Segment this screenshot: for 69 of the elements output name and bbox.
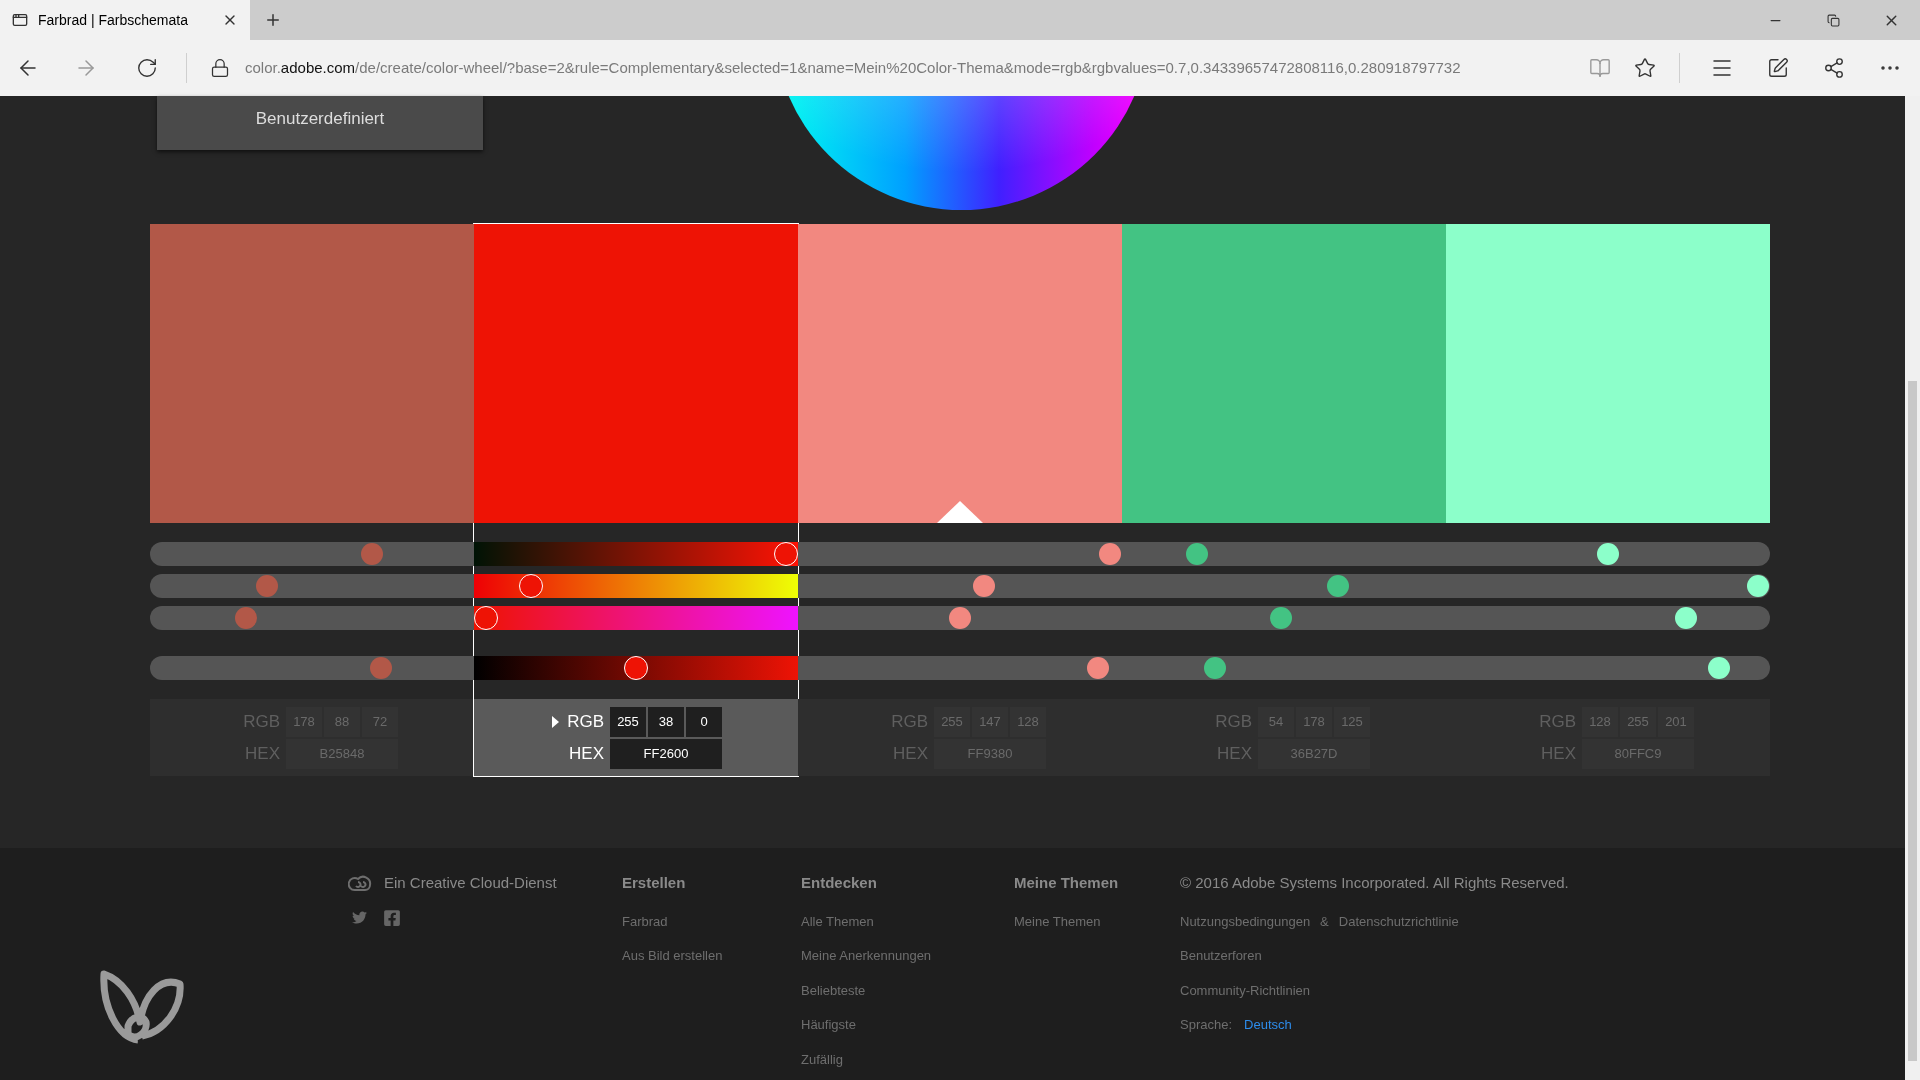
footer-link[interactable]: Nutzungsbedingungen xyxy=(1180,911,1311,931)
color-swatch[interactable] xyxy=(474,224,798,523)
creative-cloud-icon xyxy=(348,874,372,893)
rgb-value-field[interactable]: 38 xyxy=(648,706,684,737)
language-link[interactable]: Deutsch xyxy=(1244,1015,1292,1035)
scrollbar-thumb[interactable] xyxy=(1908,381,1917,1061)
slider-thumb[interactable] xyxy=(474,606,498,630)
slider-thumb[interactable] xyxy=(973,575,995,597)
slider-thumb[interactable] xyxy=(1675,607,1697,629)
rgb-value-field[interactable]: 0 xyxy=(686,706,722,737)
restore-icon[interactable] xyxy=(1826,13,1840,27)
color-swatch[interactable] xyxy=(150,224,474,523)
slider-thumb[interactable] xyxy=(370,657,392,679)
facebook-icon[interactable] xyxy=(383,908,401,927)
hex-value-field[interactable]: FF2600 xyxy=(610,738,722,769)
color-swatch[interactable] xyxy=(798,224,1122,523)
share-icon[interactable] xyxy=(1823,57,1845,79)
note-icon[interactable] xyxy=(1767,57,1789,79)
slider-thumb[interactable] xyxy=(361,543,383,565)
slider-thumb[interactable] xyxy=(1327,575,1349,597)
slider-thumb[interactable] xyxy=(1099,543,1121,565)
footer-heading: Entdecken xyxy=(801,873,878,893)
new-tab-icon[interactable] xyxy=(264,11,282,29)
slider-thumb[interactable] xyxy=(1708,657,1730,679)
reading-view-icon[interactable] xyxy=(1589,57,1611,79)
slider-thumb[interactable] xyxy=(1270,607,1292,629)
footer-link[interactable]: Aus Bild erstellen xyxy=(622,946,801,966)
slider-thumb[interactable] xyxy=(1087,657,1109,679)
color-swatch[interactable] xyxy=(1446,224,1770,523)
footer-heading: Meine Themen xyxy=(1014,873,1120,893)
footer-heading: Erstellen xyxy=(622,873,687,893)
copyright-text: © 2016 Adobe Systems Incorporated. All Rights Reserved. xyxy=(1180,873,1569,893)
browser-tab[interactable]: Farbrad | Farbschemata xyxy=(0,0,250,40)
color-swatch[interactable] xyxy=(1122,224,1446,523)
hex-label: HEX xyxy=(569,742,604,765)
footer-link[interactable]: Zufällig xyxy=(801,1049,1014,1069)
scrollbar[interactable] xyxy=(1905,96,1920,1080)
footer-link[interactable]: Datenschutzrichtlinie xyxy=(1338,911,1459,931)
slider-thumb[interactable] xyxy=(774,542,798,566)
caret-icon[interactable] xyxy=(552,715,560,728)
footer-link[interactable]: Meine Anerkennungen xyxy=(801,946,1014,966)
footer-link[interactable]: Meine Themen xyxy=(1014,911,1180,931)
slider-thumb[interactable] xyxy=(1186,543,1208,565)
slider-thumb[interactable] xyxy=(1747,575,1769,597)
footer-link[interactable]: Häufigste xyxy=(801,1015,1014,1035)
slider-thumb[interactable] xyxy=(949,607,971,629)
rgb-value-field[interactable]: 255 xyxy=(610,706,646,737)
slider-thumb[interactable] xyxy=(624,656,648,680)
footer-link[interactable]: Beliebteste xyxy=(801,980,1014,1000)
footer-link[interactable]: Alle Themen xyxy=(801,911,1014,931)
footer-link[interactable]: Farbrad xyxy=(622,911,801,931)
footer-link[interactable]: Community-Richtlinien xyxy=(1180,980,1569,1000)
lock-icon xyxy=(210,58,230,78)
tab-title: Farbrad | Farbschemata xyxy=(38,10,188,30)
refresh-icon[interactable] xyxy=(136,57,158,79)
slider-thumb[interactable] xyxy=(1204,657,1226,679)
favorite-icon[interactable] xyxy=(1634,57,1656,79)
slider-thumb[interactable] xyxy=(235,607,257,629)
slider-thumb[interactable] xyxy=(256,575,278,597)
service-text: Ein Creative Cloud-Dienst xyxy=(384,873,557,893)
rgb-label: RGB xyxy=(567,710,604,733)
footer-link[interactable]: Benutzerforen xyxy=(1180,946,1569,966)
mode-button[interactable]: Benutzerdefiniert xyxy=(157,96,483,150)
page-icon xyxy=(12,12,28,28)
slider-thumb[interactable] xyxy=(519,574,543,598)
twitter-icon[interactable] xyxy=(352,910,367,925)
slider-thumb[interactable] xyxy=(1597,543,1619,565)
language-label: Sprache: xyxy=(1180,1016,1233,1034)
ampersand-text: & xyxy=(1320,912,1329,931)
